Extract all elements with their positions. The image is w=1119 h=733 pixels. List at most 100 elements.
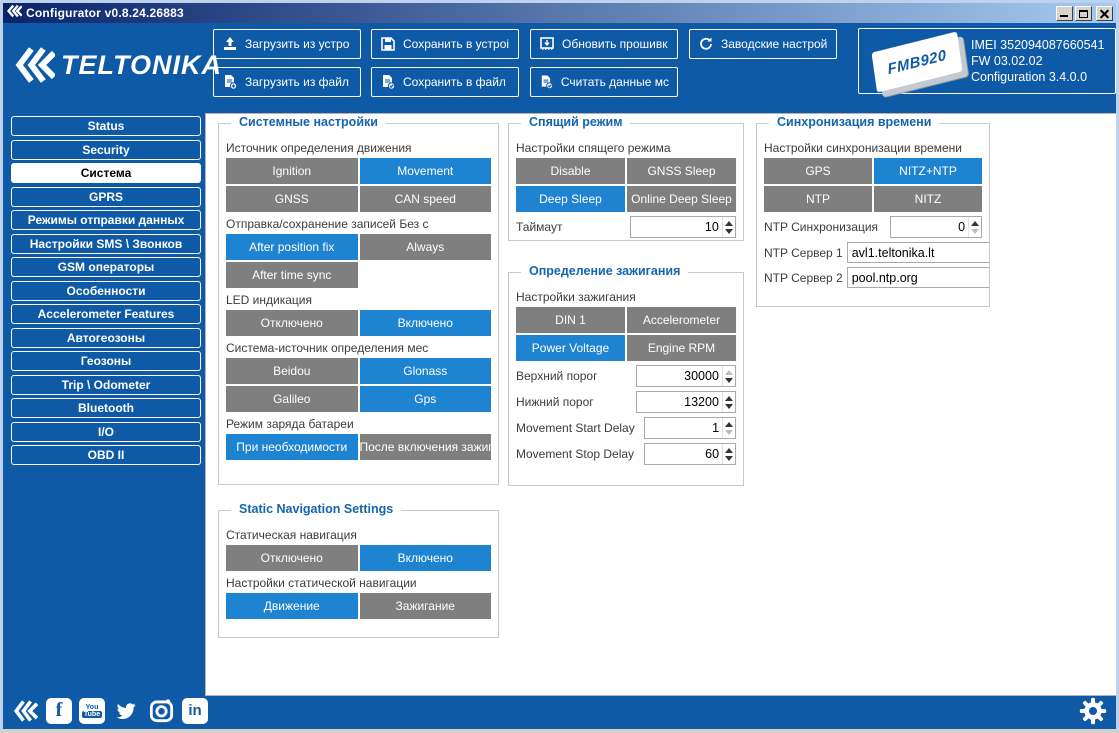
spinner-up-icon[interactable] [971, 221, 979, 226]
sidebar-item-gsm-operators[interactable]: GSM операторы [11, 257, 201, 277]
toggle-sync-gps[interactable]: GPS [764, 158, 872, 184]
ntp-server1-input[interactable] [847, 242, 989, 263]
toggle-galileo[interactable]: Galileo [226, 386, 358, 412]
toggle-can-speed[interactable]: CAN speed [360, 186, 492, 212]
update-firmware-icon [539, 36, 555, 52]
toggle-deep-sleep[interactable]: Deep Sleep [516, 186, 625, 212]
spinner-up-icon[interactable] [725, 396, 733, 401]
toggle-glonass[interactable]: Glonass [360, 358, 492, 384]
sidebar-item-features[interactable]: Особенности [11, 281, 201, 301]
group-title: Static Navigation Settings [231, 502, 401, 516]
configurator-window: Configurator v0.8.24.26883 TELTONIKA Заг… [0, 0, 1119, 733]
spinner-down-icon[interactable] [725, 430, 733, 435]
spinner-down-icon[interactable] [725, 404, 733, 409]
spinner-up-icon[interactable] [725, 422, 733, 427]
toggle-charge-on-need[interactable]: При необходимости [226, 434, 358, 460]
toggle-after-time-sync[interactable]: After time sync [226, 262, 358, 288]
timeout-input[interactable] [631, 217, 722, 237]
movement-start-delay-input[interactable] [645, 418, 722, 438]
sidebar-item-io[interactable]: I/O [11, 422, 201, 442]
toggle-movement[interactable]: Movement [360, 158, 492, 184]
sidebar-item-auto-geofence[interactable]: Автогеозоны [11, 328, 201, 348]
sidebar-item-security[interactable]: Security [11, 140, 201, 160]
toggle-always[interactable]: Always [360, 234, 492, 260]
movement-stop-delay-input[interactable] [645, 444, 722, 464]
sidebar-item-system[interactable]: Система [11, 163, 201, 183]
sidebar-item-trip-odometer[interactable]: Trip \ Odometer [11, 375, 201, 395]
app-icon [6, 4, 22, 23]
toggle-sync-nitz[interactable]: NITZ [874, 186, 982, 212]
spinner-down-icon[interactable] [725, 456, 733, 461]
sidebar-item-status[interactable]: Status [11, 116, 201, 136]
device-firmware: FW 03.02.02 [971, 53, 1104, 69]
toggle-gnss[interactable]: GNSS [226, 186, 358, 212]
sidebar-item-obd2[interactable]: OBD II [11, 445, 201, 465]
toggle-sleep-disable[interactable]: Disable [516, 158, 625, 184]
spinner-up-icon[interactable] [725, 370, 733, 375]
instagram-icon[interactable] [147, 698, 175, 724]
spinner-down-icon[interactable] [971, 229, 979, 234]
toggle-sync-ntp[interactable]: NTP [764, 186, 872, 212]
load-from-file-icon [222, 74, 238, 90]
toggle-static-nav-off[interactable]: Отключено [226, 545, 358, 571]
sidebar-item-bluetooth[interactable]: Bluetooth [11, 398, 201, 418]
toggle-online-deep-sleep[interactable]: Online Deep Sleep [627, 186, 736, 212]
maximize-button[interactable] [1075, 6, 1092, 21]
sidebar-item-accelerometer-features[interactable]: Accelerometer Features [11, 304, 201, 324]
linkedin-icon[interactable]: in [182, 698, 208, 724]
teltonika-link-icon[interactable] [11, 698, 39, 724]
toggle-ignition[interactable]: Ignition [226, 158, 358, 184]
sidebar-item-sms-call-settings[interactable]: Настройки SMS \ Звонков [11, 234, 201, 254]
time-sync-label: Настройки синхронизации времени [764, 141, 982, 155]
toggle-static-nav-on[interactable]: Включено [360, 545, 492, 571]
toggle-after-position-fix[interactable]: After position fix [226, 234, 358, 260]
save-to-device-button[interactable]: Сохранить в устроі [371, 29, 519, 59]
spinner-up-icon[interactable] [725, 448, 733, 453]
title-bar: Configurator v0.8.24.26883 [3, 3, 1116, 23]
toggle-gnss-sleep[interactable]: GNSS Sleep [627, 158, 736, 184]
settings-gear-icon[interactable] [1078, 696, 1108, 726]
facebook-icon[interactable]: f [46, 698, 72, 724]
youtube-icon[interactable]: You Tube [79, 698, 105, 724]
minimize-button[interactable] [1056, 6, 1073, 21]
toggle-led-off[interactable]: Отключено [226, 310, 358, 336]
factory-reset-button[interactable]: Заводские настрой [689, 29, 837, 59]
toggle-gps[interactable]: Gps [360, 386, 492, 412]
twitter-icon[interactable] [112, 698, 140, 724]
save-to-file-button[interactable]: Сохранить в файл [371, 67, 519, 97]
static-navigation-label: Статическая навигация [226, 528, 491, 542]
static-navigation-settings-label: Настройки статической навигации [226, 576, 491, 590]
toggle-static-nav-ignition[interactable]: Зажигание [360, 593, 492, 619]
close-button[interactable] [1096, 6, 1113, 21]
toggle-accelerometer[interactable]: Accelerometer [627, 307, 736, 333]
toggle-static-nav-movement[interactable]: Движение [226, 593, 358, 619]
toggle-led-on[interactable]: Включено [360, 310, 492, 336]
load-from-device-button[interactable]: Загрузить из устро [213, 29, 361, 59]
group-static-navigation: Static Navigation Settings Статическая н… [218, 510, 499, 638]
sidebar-item-data-acquisition[interactable]: Режимы отправки данных [11, 210, 201, 230]
group-ignition-detection: Определение зажигания Настройки зажигани… [508, 272, 744, 486]
toggle-din1[interactable]: DIN 1 [516, 307, 625, 333]
brand-text: TELTONIKA [61, 50, 222, 81]
update-firmware-button[interactable]: Обновить прошивк [530, 29, 678, 59]
toggle-engine-rpm[interactable]: Engine RPM [627, 335, 736, 361]
spinner-down-icon[interactable] [725, 229, 733, 234]
toggle-charge-after-ignition[interactable]: После включения зажига [360, 434, 492, 460]
header: TELTONIKA Загрузить из устро Сохранить в… [3, 23, 1116, 113]
read-records-button[interactable]: Считать данные мс [530, 67, 678, 97]
spinner-up-icon[interactable] [725, 221, 733, 226]
device-info-panel: FMB920 IMEI 352094087660541 FW 03.02.02 … [858, 28, 1116, 94]
toggle-power-voltage[interactable]: Power Voltage [516, 335, 625, 361]
toggle-sync-nitz-ntp[interactable]: NITZ+NTP [874, 158, 982, 184]
spinner-down-icon[interactable] [725, 378, 733, 383]
sidebar-item-gprs[interactable]: GPRS [11, 187, 201, 207]
ntp-server2-input[interactable] [847, 267, 989, 288]
button-label: Обновить прошивк [562, 37, 667, 51]
low-threshold-input[interactable] [637, 392, 722, 412]
sidebar-item-geofence[interactable]: Геозоны [11, 351, 201, 371]
load-from-file-button[interactable]: Загрузить из файл [213, 67, 361, 97]
toggle-beidou[interactable]: Beidou [226, 358, 358, 384]
ntp-resync-input[interactable] [891, 217, 968, 237]
movement-start-delay-label: Movement Start Delay [516, 421, 635, 435]
high-threshold-input[interactable] [637, 366, 722, 386]
